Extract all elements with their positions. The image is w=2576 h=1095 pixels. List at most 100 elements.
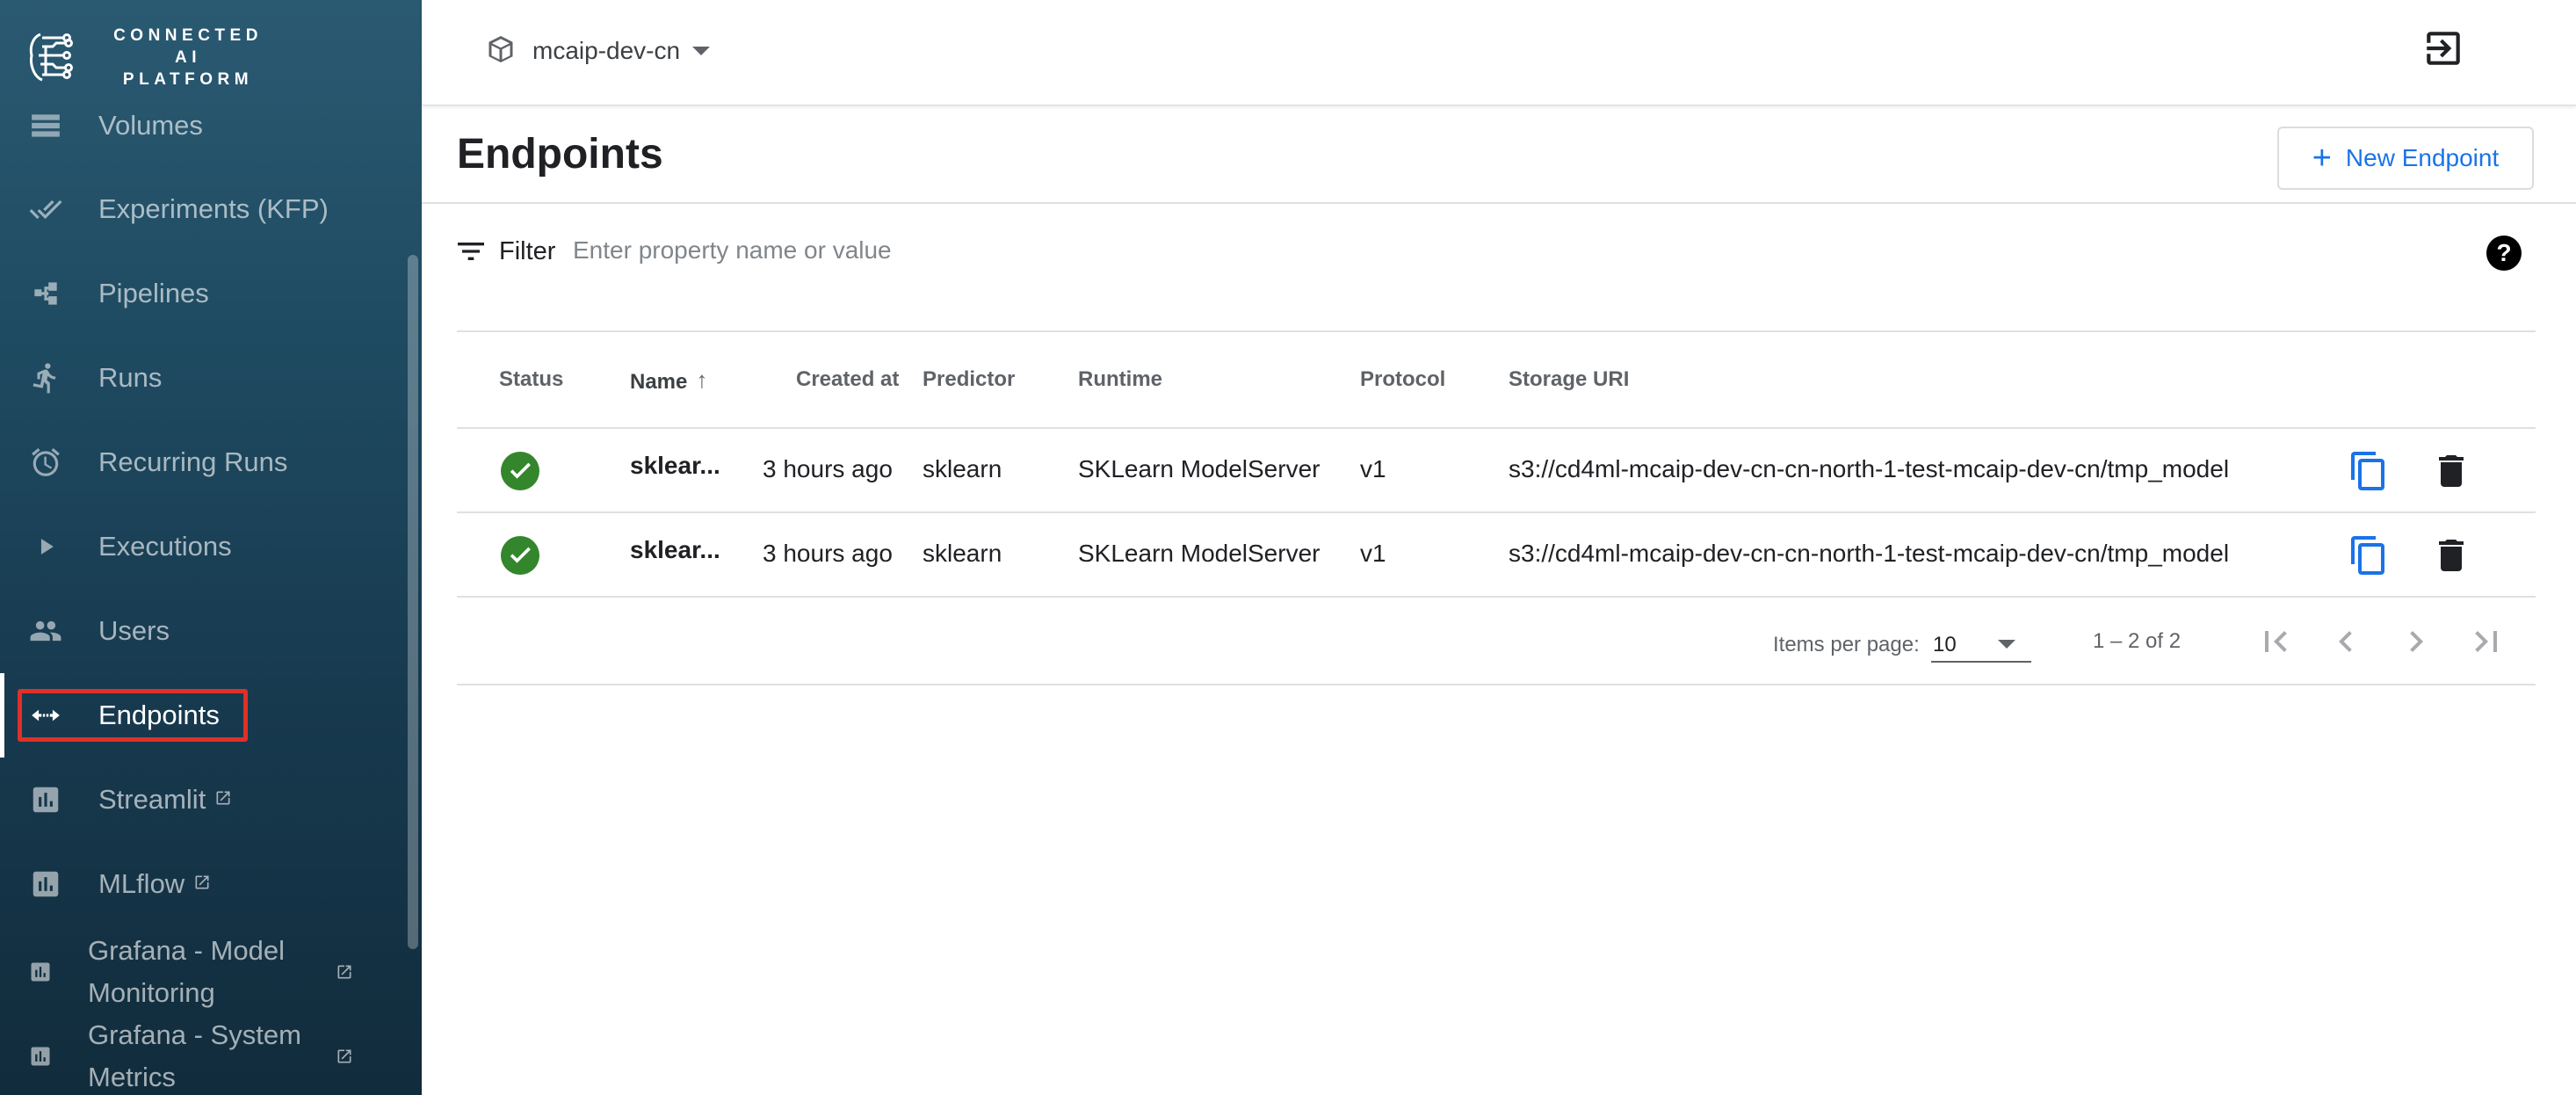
open-in-new-icon	[214, 782, 232, 805]
predictor: sklearn	[923, 540, 1002, 567]
directions-run-icon	[28, 360, 63, 395]
copy-icon	[2351, 452, 2384, 490]
storage-icon	[28, 108, 63, 143]
sidebar-item-label: Runs	[98, 362, 163, 393]
sidebar-item-label: Volumes	[98, 110, 203, 141]
sidebar: CONNECTED AI PLATFORM Volumes Experiment…	[0, 0, 422, 1095]
sidebar-item-streamlit[interactable]: Streamlit	[0, 762, 413, 838]
page-range-label: 1 – 2 of 2	[2093, 629, 2182, 653]
storage-uri: s3://cd4ml-mcaip-dev-cn-cn-north-1-test-…	[1509, 540, 2230, 567]
column-protocol[interactable]: Protocol	[1360, 367, 1445, 392]
page-header: Endpoints + New Endpoint	[422, 105, 2576, 204]
column-status[interactable]: Status	[499, 367, 563, 392]
sidebar-item-pipelines[interactable]: Pipelines	[0, 256, 413, 331]
sidebar-item-label: Executions	[98, 531, 232, 562]
sidebar-item-label: Experiments (KFP)	[98, 193, 329, 224]
sidebar-item-executions[interactable]: Executions	[0, 509, 413, 584]
top-bar: mcaip-dev-cn	[422, 0, 2576, 105]
protocol: v1	[1360, 455, 1386, 482]
table-header: Status Name ↑ Created at Predictor Runtim…	[457, 330, 2536, 429]
protocol: v1	[1360, 540, 1386, 567]
sidebar-item-label: Endpoints	[98, 700, 220, 730]
bar-chart-icon	[23, 954, 58, 990]
plus-icon: +	[2312, 140, 2332, 177]
sidebar-scrollbar[interactable]	[408, 255, 418, 949]
filter-list-icon	[453, 234, 488, 269]
bar-chart-icon	[23, 1039, 58, 1074]
page-size-value: 10	[1933, 633, 1957, 656]
code-arrows-icon	[28, 698, 63, 733]
logout-button[interactable]	[2421, 26, 2465, 70]
column-storage-uri[interactable]: Storage URI	[1509, 367, 1629, 392]
page-size-select[interactable]: 10	[1931, 620, 2031, 663]
cube-icon	[485, 33, 517, 69]
sidebar-item-label: Grafana - System Metrics	[88, 1019, 301, 1092]
runtime: SKLearn ModelServer	[1078, 455, 1321, 482]
next-page-button[interactable]	[2395, 620, 2437, 663]
sidebar-item-volumes[interactable]: Volumes	[0, 88, 413, 163]
chevron-down-icon	[1998, 640, 2015, 649]
column-created-at[interactable]: Created at	[796, 367, 899, 392]
open-in-new-icon	[336, 1048, 353, 1065]
first-page-button[interactable]	[2254, 620, 2297, 663]
sidebar-item-label: Recurring Runs	[98, 446, 288, 477]
sidebar-item-mlflow[interactable]: MLflow	[0, 846, 413, 922]
sidebar-item-endpoints[interactable]: Endpoints	[0, 678, 413, 753]
alarm-icon	[28, 445, 63, 480]
brand-logo[interactable]: CONNECTED AI PLATFORM	[26, 25, 276, 89]
paginator: Items per page: 10 1 – 2 of 2	[457, 598, 2536, 685]
column-name[interactable]: Name ↑	[630, 366, 707, 395]
sidebar-item-label: Streamlit	[98, 784, 232, 816]
trash-icon	[2439, 540, 2464, 571]
bar-chart-icon	[28, 782, 63, 817]
chevron-left-icon	[2339, 631, 2352, 652]
endpoint-name[interactable]: sklear...	[630, 536, 720, 564]
sidebar-item-experiments[interactable]: Experiments (KFP)	[0, 171, 413, 247]
previous-page-button[interactable]	[2325, 620, 2367, 663]
bar-chart-icon	[28, 867, 63, 902]
trash-icon	[2439, 455, 2464, 487]
new-endpoint-button[interactable]: + New Endpoint	[2277, 127, 2534, 190]
last-page-icon	[2475, 631, 2497, 652]
copy-button[interactable]	[2348, 534, 2390, 577]
items-per-page-label: Items per page:	[1773, 633, 1920, 656]
play-arrow-icon	[28, 529, 63, 564]
last-page-button[interactable]	[2465, 620, 2507, 663]
sidebar-item-label: Grafana - Model Monitoring	[88, 935, 285, 1008]
chevron-right-icon	[2410, 631, 2423, 652]
open-in-new-icon	[336, 963, 353, 981]
brand-name: CONNECTED AI PLATFORM	[113, 25, 263, 89]
runtime: SKLearn ModelServer	[1078, 540, 1321, 567]
filter-input[interactable]	[573, 228, 1891, 272]
delete-button[interactable]	[2430, 534, 2472, 577]
first-page-icon	[2265, 631, 2287, 652]
main-content: mcaip-dev-cn Endpoints + New Endpoint Fi…	[422, 0, 2576, 1095]
created-at: 3 hours ago	[763, 455, 893, 482]
people-icon	[28, 613, 63, 649]
copy-button[interactable]	[2348, 450, 2390, 492]
open-in-new-icon	[193, 867, 211, 889]
new-endpoint-label: New Endpoint	[2345, 144, 2500, 171]
sidebar-item-label: Pipelines	[98, 278, 209, 308]
done-all-icon	[28, 192, 63, 227]
sidebar-item-grafana-system-metrics[interactable]: Grafana - System Metrics	[0, 1014, 413, 1095]
namespace-selector[interactable]: mcaip-dev-cn	[485, 32, 711, 70]
device-hub-icon	[28, 276, 63, 311]
logout-icon	[2427, 32, 2460, 65]
table-row[interactable]: sklear... 3 hours ago sklearn SKLearn Mo…	[457, 429, 2536, 513]
help-icon[interactable]: ?	[2486, 236, 2522, 271]
table-row[interactable]: sklear... 3 hours ago sklearn SKLearn Mo…	[457, 513, 2536, 598]
column-predictor[interactable]: Predictor	[923, 367, 1015, 392]
chevron-down-icon	[692, 47, 711, 55]
created-at: 3 hours ago	[763, 540, 893, 567]
sidebar-item-grafana-model-monitoring[interactable]: Grafana - Model Monitoring	[0, 930, 413, 1014]
sidebar-item-users[interactable]: Users	[0, 593, 413, 669]
sidebar-item-recurring-runs[interactable]: Recurring Runs	[0, 424, 413, 500]
column-runtime[interactable]: Runtime	[1078, 367, 1162, 392]
sidebar-item-label: Users	[98, 615, 170, 646]
endpoint-name[interactable]: sklear...	[630, 452, 720, 480]
delete-button[interactable]	[2430, 450, 2472, 492]
sidebar-item-runs[interactable]: Runs	[0, 340, 413, 416]
filter-bar: Filter	[422, 204, 2576, 332]
predictor: sklearn	[923, 455, 1002, 482]
